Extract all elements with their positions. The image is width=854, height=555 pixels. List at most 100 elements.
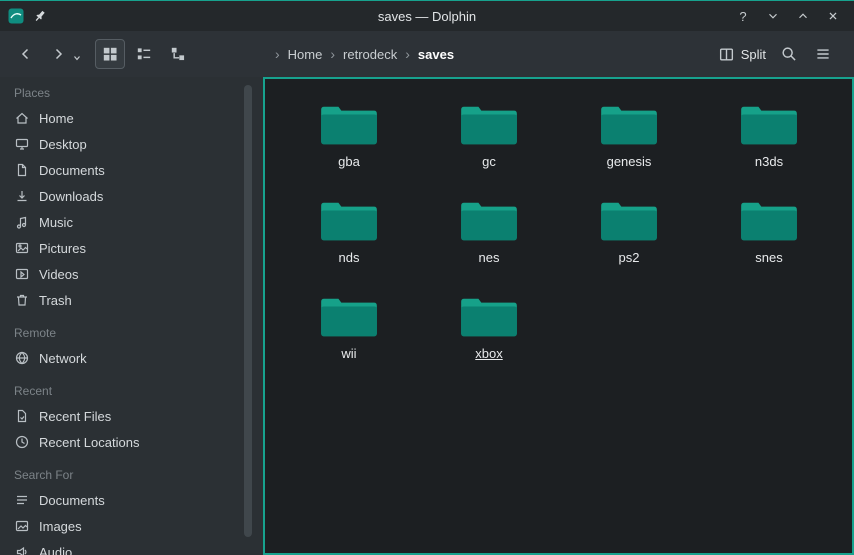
window-title: saves — Dolphin [188,9,666,24]
section-header-recent: Recent [0,379,256,403]
music-note-icon [14,214,30,230]
split-button[interactable]: Split [710,41,774,68]
folder-label: gc [482,154,496,169]
folder-icon [738,101,800,149]
sidebar-item-search-audio[interactable]: Audio [0,539,256,555]
tree-view-button[interactable] [163,39,193,69]
search-button[interactable] [774,39,804,69]
folder-item-xbox[interactable]: xbox [419,287,559,383]
video-icon [14,266,30,282]
sidebar-item-trash[interactable]: Trash [0,287,256,313]
breadcrumb-saves[interactable]: saves [416,45,456,64]
sidebar-item-pictures[interactable]: Pictures [0,235,256,261]
search-icon [780,45,798,63]
sidebar-item-recent-locations[interactable]: Recent Locations [0,429,256,455]
icons-view-icon [101,45,119,63]
back-button[interactable] [12,40,40,68]
sidebar-item-downloads[interactable]: Downloads [0,183,256,209]
folder-icon [738,197,800,245]
home-icon [14,110,30,126]
sidebar-item-label: Home [39,111,74,126]
folder-icon [598,197,660,245]
sidebar-item-label: Images [39,519,82,534]
folder-icon [318,197,380,245]
history-dropdown[interactable] [73,50,81,65]
breadcrumb-home[interactable]: Home [286,45,325,64]
places-panel: Places Home Desktop Documents Downloads … [0,77,256,555]
document-lines-icon [14,492,30,508]
sidebar-item-recent-files[interactable]: Recent Files [0,403,256,429]
folder-item-nds[interactable]: nds [279,191,419,287]
section-header-places: Places [0,81,256,105]
folder-item-gc[interactable]: gc [419,95,559,191]
hamburger-menu-icon [814,45,832,63]
sidebar-item-label: Documents [39,163,105,178]
sidebar-item-search-images[interactable]: Images [0,513,256,539]
chevron-up-icon [796,9,810,23]
sidebar-item-label: Recent Files [39,409,111,424]
recent-files-icon [14,408,30,424]
sidebar-item-label: Documents [39,493,105,508]
sidebar-item-label: Trash [39,293,72,308]
chevron-right-icon: › [330,46,335,62]
recent-locations-icon [14,434,30,450]
menu-button[interactable] [808,39,838,69]
folder-view[interactable]: gba gc genesis [263,77,854,555]
folder-icon [318,101,380,149]
close-icon [826,9,840,23]
folder-label: snes [755,250,782,265]
folder-item-gba[interactable]: gba [279,95,419,191]
compact-view-icon [135,45,153,63]
folder-item-snes[interactable]: snes [699,191,839,287]
sidebar-item-label: Pictures [39,241,86,256]
caret-down-icon [73,54,81,62]
icons-view-button[interactable] [95,39,125,69]
folder-label: wii [341,346,356,361]
minimize-button[interactable] [760,4,786,28]
chevron-right-icon: › [275,46,280,62]
titlebar: saves — Dolphin ? [0,1,854,31]
maximize-button[interactable] [790,4,816,28]
chevron-down-icon [766,9,780,23]
sidebar-item-music[interactable]: Music [0,209,256,235]
arrow-left-icon [18,46,34,62]
folder-item-ps2[interactable]: ps2 [559,191,699,287]
folder-item-wii[interactable]: wii [279,287,419,383]
help-button[interactable]: ? [730,4,756,28]
breadcrumb-retrodeck[interactable]: retrodeck [341,45,399,64]
window-controls: ? [666,4,846,28]
breadcrumb: › Home › retrodeck › saves [275,45,456,64]
folder-item-genesis[interactable]: genesis [559,95,699,191]
sidebar-item-label: Videos [39,267,79,282]
desktop-icon [14,136,30,152]
folder-label: n3ds [755,154,783,169]
sidebar-item-home[interactable]: Home [0,105,256,131]
sidebar-item-documents[interactable]: Documents [0,157,256,183]
folder-icon [598,101,660,149]
picture-icon [14,240,30,256]
sidebar-item-label: Desktop [39,137,87,152]
sidebar-item-videos[interactable]: Videos [0,261,256,287]
dolphin-window: saves — Dolphin ? [0,0,854,555]
download-icon [14,188,30,204]
folder-label: genesis [607,154,652,169]
chevron-right-icon: › [405,46,410,62]
sidebar-item-search-documents[interactable]: Documents [0,487,256,513]
sidebar-item-desktop[interactable]: Desktop [0,131,256,157]
folder-label: nds [339,250,360,265]
sidebar-item-network[interactable]: Network [0,345,256,371]
titlebar-left [8,8,188,24]
forward-button[interactable] [44,40,72,68]
sidebar-scrollbar-thumb[interactable] [244,85,252,537]
folder-label: ps2 [619,250,640,265]
sidebar-item-label: Downloads [39,189,103,204]
trash-icon [14,292,30,308]
split-view-icon [718,46,735,63]
pin-icon[interactable] [32,8,48,24]
folder-item-nes[interactable]: nes [419,191,559,287]
folder-label: nes [479,250,500,265]
folder-item-n3ds[interactable]: n3ds [699,95,839,191]
close-button[interactable] [820,4,846,28]
compact-view-button[interactable] [129,39,159,69]
speaker-icon [14,544,30,555]
